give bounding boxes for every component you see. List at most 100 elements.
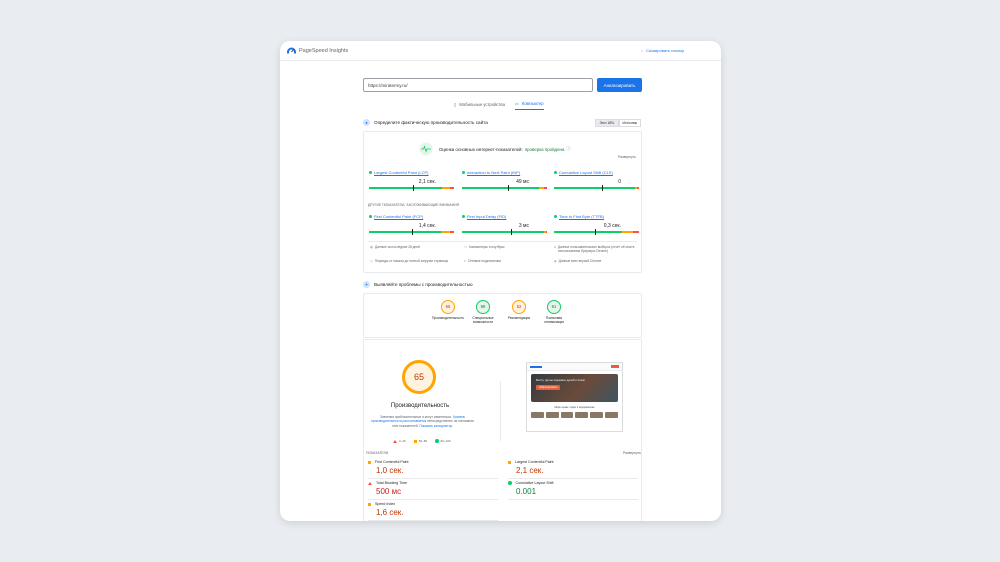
- performance-title: Производительность: [390, 403, 450, 409]
- field-section-title: ● Определите фактическую производительно…: [363, 119, 488, 126]
- hero-button: Забронировать: [536, 384, 561, 391]
- metric-name-text[interactable]: First Contentful Paint (FCP): [374, 214, 423, 219]
- info-icon[interactable]: ⓘ: [566, 146, 570, 152]
- tab-mobile[interactable]: ▯ Мобильные устройства: [454, 101, 505, 110]
- p75-marker: [412, 185, 414, 191]
- switch-this-url[interactable]: Этот URL: [595, 119, 619, 127]
- lab-metric-value: 500 мс: [376, 487, 402, 496]
- other-metrics-label: ДРУГИЕ ПОКАЗАТЕЛИ, ЗАСЛУЖИВАЮЩИЕ ВНИМАНИ…: [368, 203, 460, 207]
- info-devices: ▭ Компьютеры и ноутбуки: [464, 245, 549, 249]
- legend-average-label: 50–89: [418, 439, 428, 443]
- metric-name[interactable]: Largest Contentful Paint (LCP): [369, 170, 454, 175]
- app-logo[interactable]: PageSpeed Insights: [287, 47, 348, 54]
- bar-segment-poor: [449, 187, 454, 189]
- tab-desktop-label: Компьютер: [521, 101, 544, 106]
- score-0[interactable]: 65 Производительность: [432, 300, 464, 320]
- metric-name-text[interactable]: Interaction to Next Paint (INP): [467, 170, 520, 175]
- device-tabs: ▯ Мобильные устройства ▭ Компьютер: [454, 101, 544, 110]
- app-title: PageSpeed Insights: [299, 47, 349, 54]
- bar-segment-good: [462, 231, 545, 233]
- url-input[interactable]: https://miratermy.ru/: [363, 78, 593, 92]
- metric-name[interactable]: Interaction to Next Paint (INP): [462, 170, 547, 175]
- metric-value: 0,3 сек.: [603, 223, 621, 229]
- thumb: [575, 412, 589, 418]
- metrics-expand-link[interactable]: Развернуть: [623, 451, 641, 455]
- score-label: Производительность: [432, 316, 464, 320]
- metric-name-text[interactable]: Cumulative Layout Shift (CLS): [559, 170, 613, 175]
- info-source-text[interactable]: Данные пользовательских выборок (отчет о…: [558, 245, 639, 254]
- score-gauge: 52: [512, 300, 526, 314]
- bar-segment-poor: [633, 231, 639, 233]
- info-network-text: Сетевые подключения: [467, 259, 502, 263]
- info-chrome: ◉ Данные всех версий Chrome: [554, 259, 639, 263]
- score-1[interactable]: 98 Специальные возможности: [467, 300, 499, 325]
- bar-segment-good: [554, 231, 622, 233]
- metric-other-2: Time to First Byte (TTFB) 0,3 сек.: [554, 214, 639, 235]
- flask-icon: ✦: [363, 281, 370, 288]
- lab-metric-0: First Contentful Paint 1,0 сек.: [368, 460, 498, 479]
- lab-metric-name: First Contentful Paint: [368, 460, 498, 464]
- field-data-card: Оценка основных интернет-показателей: пр…: [363, 131, 642, 273]
- cwv-text: Оценка основных интернет-показателей:: [439, 146, 523, 152]
- score-legend: 0–49 50–89 90–100: [393, 439, 451, 443]
- lab-metric-name: Cumulative Layout Shift: [508, 481, 638, 485]
- circle-icon: [435, 439, 439, 443]
- legend-good: 90–100: [435, 439, 451, 443]
- metric-name[interactable]: First Contentful Paint (FCP): [369, 214, 454, 219]
- triangle-icon: [393, 439, 397, 443]
- screenshot-subtitle: Мира термы: отдых и оздоровление: [554, 406, 595, 409]
- metric-value: 2,1 сек.: [418, 179, 436, 185]
- score-2[interactable]: 52 Рекомендации: [503, 300, 535, 320]
- laptop-icon: ▭: [514, 101, 519, 106]
- field-expand-link[interactable]: Развернуть: [618, 155, 636, 159]
- score-label: Поисковая оптимизация: [544, 316, 564, 325]
- divider: [500, 381, 501, 441]
- bar-segment-good: [554, 187, 635, 189]
- distribution-bar: [369, 185, 454, 191]
- status-dot-icon: [462, 215, 465, 218]
- metric-name[interactable]: First Input Delay (FID): [462, 214, 547, 219]
- page-screenshot[interactable]: Место, где вы отдыхаете душой и телом За…: [526, 362, 623, 432]
- distribution-bar: [369, 229, 454, 235]
- bar-segment-good: [369, 187, 443, 189]
- metric-cwv-0: Largest Contentful Paint (LCP) 2,1 сек.: [369, 170, 454, 191]
- metric-value: 0: [618, 179, 621, 185]
- bar-segment-good: [462, 187, 539, 189]
- legend-poor: 0–49: [393, 439, 406, 443]
- legend-poor-label: 0–49: [399, 439, 406, 443]
- copy-link-label: Скопировать ссылку: [645, 48, 684, 53]
- bar-segment-poor: [637, 187, 639, 189]
- metric-other-1: First Input Delay (FID) 3 мс: [462, 214, 547, 235]
- status-dot-icon: [369, 171, 372, 174]
- p75-marker: [507, 185, 509, 191]
- score-3[interactable]: 91 Поисковая оптимизация: [538, 300, 570, 325]
- chrome-icon: ◉: [554, 259, 557, 263]
- lab-metric-name: Largest Contentful Paint: [508, 460, 638, 464]
- metric-name[interactable]: Cumulative Layout Shift (CLS): [554, 170, 639, 175]
- score-label: Специальные возможности: [472, 316, 494, 325]
- lab-metric-value: 1,6 сек.: [376, 508, 404, 517]
- copy-link-button[interactable]: ⇔ Скопировать ссылку: [640, 48, 684, 53]
- site-logo: [530, 365, 542, 368]
- performance-gauge[interactable]: 65: [402, 360, 436, 394]
- info-devices-text: Компьютеры и ноутбуки: [469, 245, 505, 249]
- wifi-icon: ▾: [464, 259, 466, 263]
- switch-origin[interactable]: Источник: [618, 119, 641, 127]
- legend-average: 50–89: [413, 439, 428, 443]
- metric-name-text[interactable]: Time to First Byte (TTFB): [559, 214, 604, 219]
- analyze-button[interactable]: Анализировать: [597, 78, 642, 92]
- metric-cwv-1: Interaction to Next Paint (INP) 49 мс: [462, 170, 547, 191]
- calculator-link[interactable]: Показать калькулятор.: [419, 424, 453, 428]
- tab-desktop[interactable]: ▭ Компьютер: [514, 101, 544, 110]
- circle-icon: [508, 481, 512, 485]
- bar-segment-poor: [546, 231, 547, 233]
- distribution-bar: [462, 185, 547, 191]
- metrics-header: ПОКАЗАТЕЛИ Развернуть: [366, 451, 641, 455]
- metric-name-text[interactable]: First Input Delay (FID): [467, 214, 506, 219]
- metric-name-text[interactable]: Largest Contentful Paint (LCP): [374, 170, 428, 175]
- lab-metric-name-text: First Contentful Paint: [375, 460, 409, 464]
- status-dot-icon: [462, 171, 465, 174]
- pagespeed-logo-icon: [287, 47, 296, 54]
- people-icon: ●: [554, 245, 556, 249]
- metric-name[interactable]: Time to First Byte (TTFB): [554, 214, 639, 219]
